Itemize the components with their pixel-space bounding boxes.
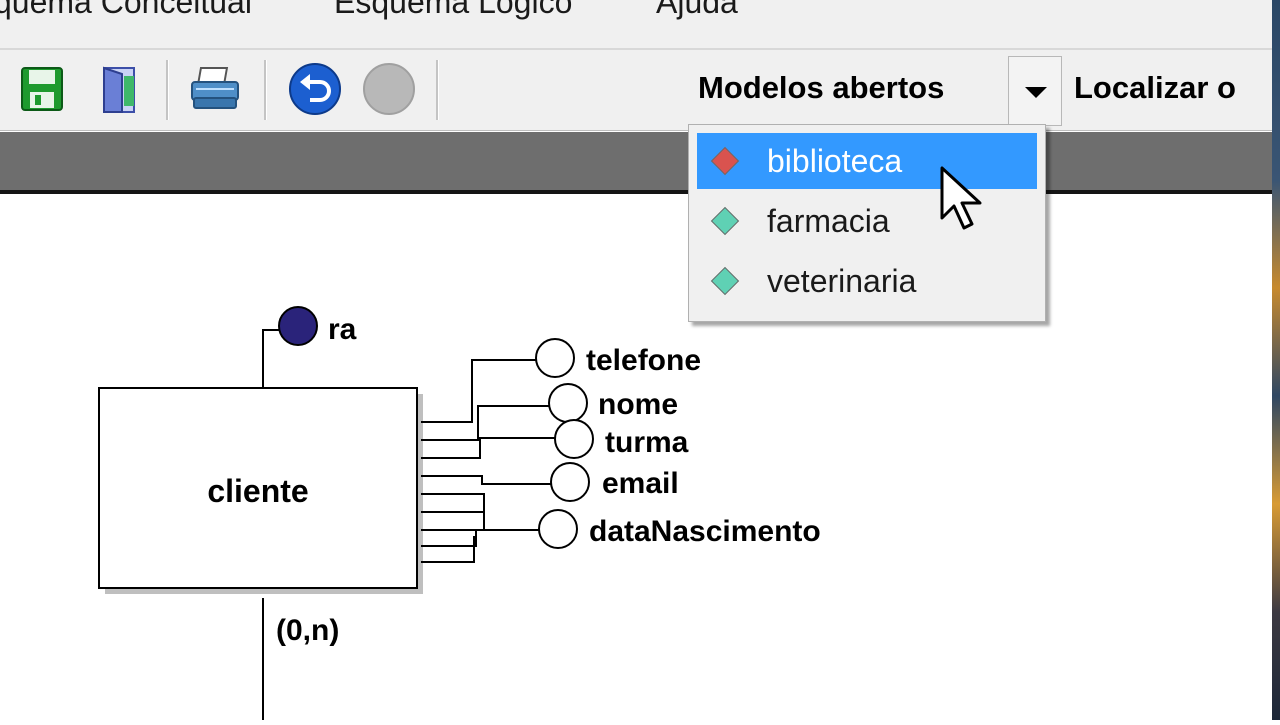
toolbar: Modelos abertos Localizar o: [0, 50, 1272, 131]
attribute-nome[interactable]: nome: [548, 383, 678, 423]
menu-item-veterinaria[interactable]: veterinaria: [697, 253, 1037, 309]
menu-ajuda[interactable]: Ajuda: [656, 0, 738, 21]
menu-item-biblioteca[interactable]: biblioteca: [697, 133, 1037, 189]
mouse-cursor-icon: [940, 166, 982, 230]
identifier-attribute[interactable]: ra: [262, 306, 357, 388]
save-button[interactable]: [16, 62, 70, 116]
attribute-connectors: [421, 359, 555, 563]
chevron-down-icon: [1025, 87, 1047, 98]
menu-bar: quema Conceitual Esquema Lógico Ajuda: [0, 0, 1272, 50]
save-icon: [21, 67, 63, 111]
model-diamond-icon: [710, 146, 740, 176]
print-button[interactable]: [188, 62, 242, 116]
undo-button[interactable]: [288, 62, 342, 116]
attribute-turma[interactable]: turma: [554, 419, 689, 459]
diagram-canvas[interactable]: cliente ra telefone nome turma email dat…: [0, 194, 1272, 720]
entity-cliente[interactable]: cliente: [98, 387, 423, 594]
model-diamond-icon: [710, 266, 740, 296]
attribute-label: nome: [598, 388, 678, 421]
desktop-background: [1272, 0, 1280, 720]
open-models-label: Modelos abertos: [698, 70, 945, 105]
open-models-menu: biblioteca farmacia veterinaria: [688, 124, 1046, 322]
exit-door-icon: [103, 66, 135, 113]
attribute-label: dataNascimento: [589, 515, 821, 548]
exit-button[interactable]: [94, 62, 148, 116]
locate-label: Localizar o: [1074, 70, 1236, 105]
entity-name: cliente: [207, 473, 308, 509]
model-diamond-icon: [710, 206, 740, 236]
redo-button[interactable]: [362, 62, 416, 116]
redo-icon: [363, 63, 415, 115]
menu-item-farmacia[interactable]: farmacia: [697, 193, 1037, 249]
printer-icon: [191, 67, 239, 109]
menu-esquema-logico[interactable]: Esquema Lógico: [334, 0, 572, 21]
open-models-dropdown-button[interactable]: [1008, 56, 1062, 126]
menu-esquema-conceitual[interactable]: quema Conceitual: [0, 0, 252, 21]
attribute-datanascimento[interactable]: dataNascimento: [538, 509, 821, 549]
tab-strip: [0, 132, 1272, 194]
cardinality-label: (0,n): [276, 614, 339, 647]
attribute-email[interactable]: email: [550, 462, 679, 502]
attribute-telefone[interactable]: telefone: [535, 338, 701, 378]
attribute-label: email: [602, 467, 679, 500]
attribute-label: turma: [605, 426, 689, 459]
attribute-label: telefone: [586, 344, 701, 377]
relationship-link[interactable]: (0,n): [262, 598, 339, 720]
identifier-label: ra: [328, 313, 357, 346]
undo-icon: [289, 63, 341, 115]
